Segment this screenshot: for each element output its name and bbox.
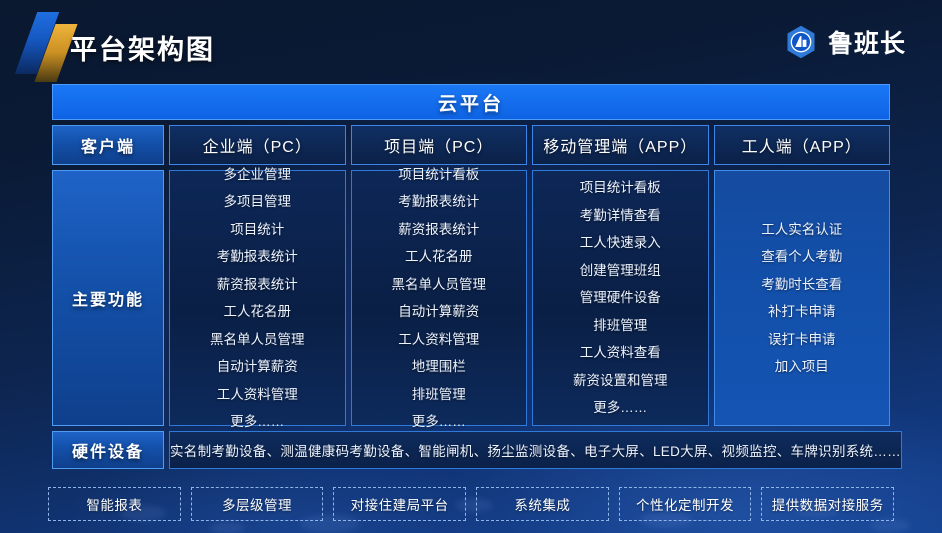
feature-item: 加入项目 — [774, 359, 829, 374]
row-label-client: 客户端 — [52, 125, 164, 165]
column-header-project: 项目端（PC） — [350, 125, 527, 165]
feature-column-worker: 工人实名认证 查看个人考勤 考勤时长查看 补打卡申请 误打卡申请 加入项目 — [713, 170, 890, 426]
feature-item: 黑名单人员管理 — [210, 331, 305, 347]
column-header-project-label: 项目端（PC） — [384, 139, 494, 156]
chip-label: 提供数据对接服务 — [771, 498, 884, 513]
feature-item: 补打卡申请 — [768, 304, 836, 319]
feature-item: 考勤报表统计 — [216, 249, 298, 264]
feature-item: 更多…… — [593, 400, 648, 416]
row-label-hardware: 硬件设备 — [52, 431, 164, 469]
feature-item: 考勤详情查看 — [579, 207, 661, 223]
hardware-device-list-text: 实名制考勤设备、测温健康码考勤设备、智能闸机、扬尘监测设备、电子大屏、LED大屏… — [170, 444, 901, 459]
chip-housing-bureau-platform[interactable]: 对接住建局平台 — [333, 487, 467, 521]
hardware-device-list: 实名制考勤设备、测温健康码考勤设备、智能闸机、扬尘监测设备、电子大屏、LED大屏… — [169, 431, 902, 469]
grid-body-row: 主要功能 多企业管理 多项目管理 项目统计 考勤报表统计 薪资报表统计 工人花名… — [52, 167, 890, 429]
service-chip-row: 智能报表 多层级管理 对接住建局平台 系统集成 个性化定制开发 提供数据对接服务 — [48, 487, 895, 521]
chip-label: 多层级管理 — [222, 498, 292, 513]
row-label-client-text: 客户端 — [80, 139, 135, 156]
feature-item: 工人资料管理 — [398, 331, 480, 347]
feature-column-enterprise: 多企业管理 多项目管理 项目统计 考勤报表统计 薪资报表统计 工人花名册 黑名单… — [169, 167, 346, 429]
chip-system-integration[interactable]: 系统集成 — [476, 487, 609, 521]
feature-item: 排班管理 — [411, 386, 466, 402]
feature-item: 薪资设置和管理 — [573, 372, 668, 388]
feature-item: 工人资料查看 — [579, 345, 661, 361]
chip-label: 对接住建局平台 — [350, 498, 449, 513]
luban-hexagon-logo-icon — [787, 25, 815, 59]
feature-column-mobile-admin: 项目统计看板 考勤详情查看 工人快速录入 创建管理班组 管理硬件设备 排班管理 … — [532, 170, 709, 426]
brand-name: 鲁班长 — [827, 30, 906, 58]
feature-item: 自动计算薪资 — [398, 304, 480, 319]
row-label-hardware-text: 硬件设备 — [71, 444, 144, 461]
column-header-mobile-admin: 移动管理端（APP） — [532, 125, 709, 165]
feature-item: 项目统计看板 — [398, 166, 480, 182]
feature-item: 考勤时长查看 — [761, 276, 843, 292]
feature-item: 工人快速录入 — [579, 235, 661, 251]
feature-item: 多项目管理 — [223, 194, 292, 209]
grid-hardware-row: 硬件设备 实名制考勤设备、测温健康码考勤设备、智能闸机、扬尘监测设备、电子大屏、… — [52, 431, 902, 469]
chip-label: 系统集成 — [514, 498, 571, 513]
column-header-mobile-admin-label: 移动管理端（APP） — [543, 139, 698, 156]
feature-item: 项目统计 — [230, 221, 285, 237]
column-header-worker-label: 工人端（APP） — [741, 139, 862, 156]
feature-item: 查看个人考勤 — [761, 249, 843, 264]
column-header-enterprise-label: 企业端（PC） — [202, 139, 312, 156]
feature-item: 工人实名认证 — [761, 221, 843, 237]
row-label-main-functions: 主要功能 — [52, 170, 164, 426]
brand-stripes-decor — [14, 12, 78, 82]
architecture-grid: 客户端 企业端（PC） 项目端（PC） 移动管理端（APP） 工人端（APP） … — [52, 125, 902, 469]
chip-label: 智能报表 — [86, 498, 143, 513]
feature-item: 工人花名册 — [223, 304, 292, 319]
feature-item: 地理围栏 — [411, 359, 466, 374]
chip-multilevel-management[interactable]: 多层级管理 — [190, 487, 324, 521]
feature-item: 薪资报表统计 — [398, 221, 480, 237]
feature-item: 考勤报表统计 — [398, 194, 480, 209]
cloud-platform-bar: 云平台 — [52, 84, 890, 120]
brand-logo: 鲁班长 — [783, 24, 906, 60]
chip-label: 个性化定制开发 — [636, 498, 735, 513]
feature-item: 工人资料管理 — [216, 386, 298, 402]
feature-item: 管理硬件设备 — [579, 290, 661, 306]
feature-item: 自动计算薪资 — [216, 359, 298, 374]
row-label-main-functions-text: 主要功能 — [71, 292, 144, 309]
page-title: 平台架构图 — [70, 35, 215, 65]
bokeh-decor — [210, 522, 244, 533]
chip-custom-development[interactable]: 个性化定制开发 — [618, 487, 752, 521]
feature-item: 多企业管理 — [223, 166, 292, 182]
feature-item: 黑名单人员管理 — [391, 276, 487, 292]
feature-item: 创建管理班组 — [579, 262, 661, 278]
cloud-platform-label: 云平台 — [437, 93, 504, 115]
grid-header-row: 客户端 企业端（PC） 项目端（PC） 移动管理端（APP） 工人端（APP） — [52, 125, 890, 165]
platform-architecture-diagram: 平台架构图 鲁班长 云平台 客户端 企业端（PC） 项目端（PC） 移动管理端（… — [0, 0, 942, 533]
chip-smart-report[interactable]: 智能报表 — [48, 487, 181, 521]
column-header-enterprise: 企业端（PC） — [169, 125, 346, 165]
column-header-worker: 工人端（APP） — [713, 125, 890, 165]
feature-item: 排班管理 — [593, 317, 648, 333]
chip-data-integration-service[interactable]: 提供数据对接服务 — [761, 487, 895, 521]
feature-item: 工人花名册 — [405, 249, 473, 264]
feature-item: 项目统计看板 — [579, 180, 661, 196]
feature-item: 薪资报表统计 — [216, 276, 298, 292]
page-header: 平台架构图 鲁班长 — [0, 0, 942, 82]
feature-item: 误打卡申请 — [768, 331, 836, 347]
feature-column-project: 项目统计看板 考勤报表统计 薪资报表统计 工人花名册 黑名单人员管理 自动计算薪… — [350, 167, 527, 429]
